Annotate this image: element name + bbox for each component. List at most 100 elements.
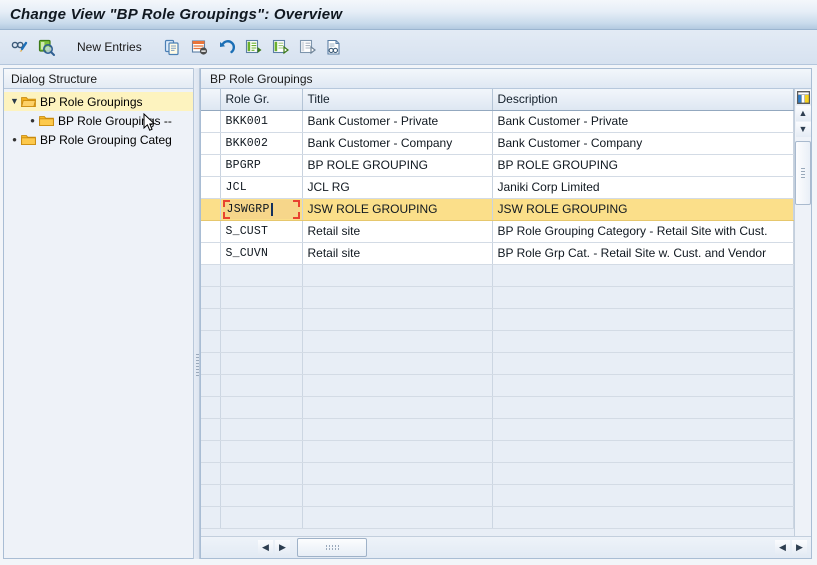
cell-title[interactable]: JSW ROLE GROUPING	[302, 198, 493, 221]
cell-empty[interactable]	[302, 374, 493, 397]
row-selector[interactable]	[201, 484, 221, 507]
cell-empty[interactable]	[492, 374, 794, 397]
cell-empty[interactable]	[302, 330, 493, 353]
scroll-left-button[interactable]: ◀	[258, 540, 273, 555]
scroll-right-button-right[interactable]: ▶	[792, 540, 807, 555]
row-selector[interactable]	[201, 286, 221, 309]
column-header-description[interactable]: Description	[492, 89, 794, 111]
table-row-empty[interactable]	[201, 264, 794, 287]
scroll-up-button[interactable]: ▲	[795, 106, 811, 121]
cell-empty[interactable]	[220, 330, 303, 353]
cell-description[interactable]: JSW ROLE GROUPING	[492, 198, 794, 221]
cell-empty[interactable]	[302, 484, 493, 507]
cell-empty[interactable]	[220, 484, 303, 507]
cell-empty[interactable]	[492, 264, 794, 287]
row-selector[interactable]	[201, 308, 221, 331]
table-row-empty[interactable]	[201, 484, 794, 507]
tree-item-bp-role-grouping-categories[interactable]: • BP Role Grouping Categ	[4, 130, 193, 149]
cell-description[interactable]: Janiki Corp Limited	[492, 176, 794, 199]
cell-empty[interactable]	[492, 396, 794, 419]
cell-empty[interactable]	[492, 462, 794, 485]
table-row-empty[interactable]	[201, 440, 794, 463]
row-selector[interactable]	[201, 352, 221, 375]
cell-empty[interactable]	[492, 286, 794, 309]
cell-description[interactable]: BP Role Grp Cat. - Retail Site w. Cust. …	[492, 242, 794, 265]
cell-role-gr[interactable]: BKK002	[220, 132, 303, 155]
cell-empty[interactable]	[220, 374, 303, 397]
cell-role-gr[interactable]: S_CUST	[220, 220, 303, 243]
undo-icon[interactable]	[214, 34, 239, 61]
cell-role-gr[interactable]: JCL	[220, 176, 303, 199]
cell-empty[interactable]	[220, 308, 303, 331]
scroll-down-button[interactable]: ▼	[795, 122, 811, 137]
cell-title[interactable]: JCL RG	[302, 176, 493, 199]
row-selector[interactable]	[201, 330, 221, 353]
cell-empty[interactable]	[220, 396, 303, 419]
table-row-empty[interactable]	[201, 330, 794, 353]
cell-description[interactable]: BP Role Grouping Category - Retail Site …	[492, 220, 794, 243]
cell-empty[interactable]	[220, 286, 303, 309]
cell-empty[interactable]	[302, 286, 493, 309]
row-selector[interactable]	[201, 132, 221, 155]
row-selector[interactable]	[201, 418, 221, 441]
cell-description[interactable]: Bank Customer - Private	[492, 110, 794, 133]
table-row[interactable]: BKK002 Bank Customer - Company Bank Custom…	[201, 132, 794, 155]
search-table-icon[interactable]	[34, 34, 59, 61]
cell-empty[interactable]	[492, 440, 794, 463]
cell-empty[interactable]	[220, 440, 303, 463]
cell-empty[interactable]	[302, 308, 493, 331]
cell-description[interactable]: BP ROLE GROUPING	[492, 154, 794, 177]
column-header-title[interactable]: Title	[302, 89, 493, 111]
horizontal-scroll-thumb[interactable]	[297, 538, 367, 557]
select-all-icon[interactable]	[241, 34, 266, 61]
cell-empty[interactable]	[492, 352, 794, 375]
row-selector[interactable]	[201, 154, 221, 177]
role-gr-input[interactable]: JSWGRP	[222, 199, 300, 219]
cell-empty[interactable]	[492, 484, 794, 507]
tree-item-bp-role-groupings-child[interactable]: • BP Role Groupings --	[4, 111, 193, 130]
cell-empty[interactable]	[220, 352, 303, 375]
cell-title[interactable]: Bank Customer - Private	[302, 110, 493, 133]
row-selector[interactable]	[201, 462, 221, 485]
cell-empty[interactable]	[492, 330, 794, 353]
delete-row-icon[interactable]	[187, 34, 212, 61]
row-selector[interactable]	[201, 176, 221, 199]
table-row-empty[interactable]	[201, 286, 794, 309]
table-settings-icon[interactable]	[795, 90, 811, 105]
cell-title[interactable]: BP ROLE GROUPING	[302, 154, 493, 177]
table-row-empty[interactable]	[201, 374, 794, 397]
cell-empty[interactable]	[492, 418, 794, 441]
horizontal-scroll-track[interactable]	[291, 538, 774, 557]
cell-role-gr[interactable]: JSWGRP	[220, 198, 303, 221]
cell-empty[interactable]	[220, 418, 303, 441]
vertical-scrollbar[interactable]: ▲ ▼	[794, 89, 811, 536]
chevron-down-icon[interactable]: ▼	[8, 95, 21, 108]
scroll-left-button-right[interactable]: ◀	[775, 540, 790, 555]
table-row[interactable]: JSWGRP JSW ROLE GROUPING JSW ROLE GROUPING	[201, 198, 794, 221]
horizontal-scrollbar[interactable]: ◀ ▶ ◀ ▶	[201, 536, 811, 558]
table-row-empty[interactable]	[201, 418, 794, 441]
cell-empty[interactable]	[302, 264, 493, 287]
cell-empty[interactable]	[302, 418, 493, 441]
cell-empty[interactable]	[492, 308, 794, 331]
cell-title[interactable]: Retail site	[302, 220, 493, 243]
new-entries-button[interactable]: New Entries	[69, 34, 150, 61]
table-row[interactable]: BKK001 Bank Customer - Private Bank Custom…	[201, 110, 794, 133]
copy-icon[interactable]	[160, 34, 185, 61]
select-block-icon[interactable]	[268, 34, 293, 61]
row-selector[interactable]	[201, 374, 221, 397]
cell-empty[interactable]	[302, 462, 493, 485]
tree-item-bp-role-groupings[interactable]: ▼ BP Role Groupings	[4, 92, 193, 111]
cell-empty[interactable]	[492, 506, 794, 529]
vertical-scroll-thumb[interactable]	[795, 141, 811, 205]
table-row[interactable]: S_CUVN Retail site BP Role Grp Cat. - Reta…	[201, 242, 794, 265]
row-selector[interactable]	[201, 506, 221, 529]
cell-title[interactable]: Bank Customer - Company	[302, 132, 493, 155]
cell-empty[interactable]	[220, 462, 303, 485]
row-selector[interactable]	[201, 264, 221, 287]
row-selector[interactable]	[201, 396, 221, 419]
scroll-right-button[interactable]: ▶	[275, 540, 290, 555]
row-selector[interactable]	[201, 220, 221, 243]
row-selector[interactable]	[201, 110, 221, 133]
cell-empty[interactable]	[302, 440, 493, 463]
